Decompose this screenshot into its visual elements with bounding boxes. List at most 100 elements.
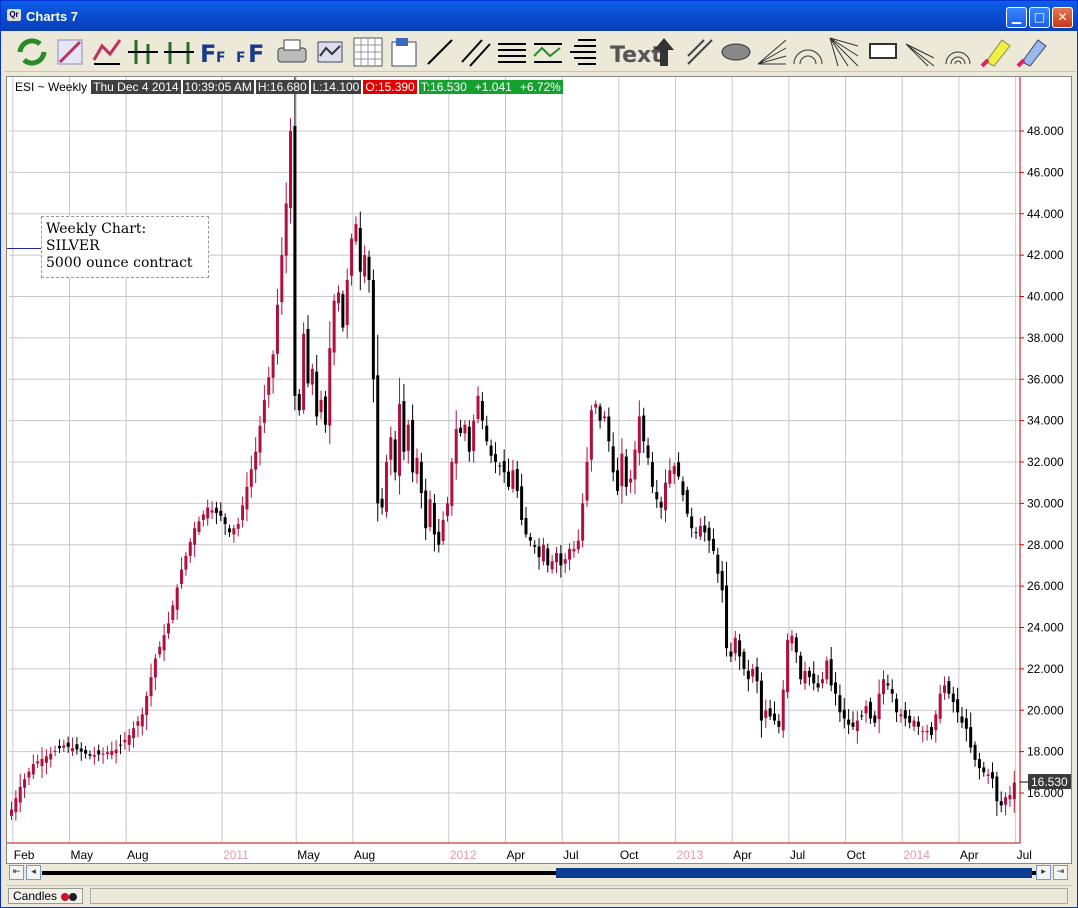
fan-icon[interactable] xyxy=(757,39,787,65)
candle-down xyxy=(707,527,711,541)
candle-down xyxy=(507,471,511,487)
app-window: Qr Charts 7 ▁ □ ✕ F F F F Text 16.000 18… xyxy=(0,0,1078,908)
candle-up xyxy=(10,809,13,816)
annotation-line-2: SILVER xyxy=(46,238,100,254)
candle-up xyxy=(18,786,22,803)
net-change: +1.041 xyxy=(474,80,512,94)
candle-up xyxy=(934,714,938,731)
candle-up xyxy=(166,623,170,634)
candle-up xyxy=(446,503,449,516)
arc-icon[interactable] xyxy=(793,49,823,65)
candle-down xyxy=(711,538,715,551)
tab-candles[interactable]: Candles xyxy=(8,888,84,904)
annotation-line-3: 5000 ounce contract xyxy=(46,255,193,271)
fibonacci-icon[interactable] xyxy=(570,39,596,65)
candle-up xyxy=(938,693,942,719)
candle-up xyxy=(188,541,192,556)
candle-down xyxy=(916,721,920,727)
candle-down xyxy=(847,719,851,725)
grid-icon[interactable] xyxy=(353,37,383,67)
candle-down xyxy=(341,294,345,328)
candle-up xyxy=(476,395,480,419)
chart-panel[interactable]: 16.000 18.000 20.000 22.000 24.000 26.000 28.0… xyxy=(6,76,1072,864)
candle-up xyxy=(302,333,306,410)
font-larger-icon[interactable]: F F xyxy=(200,40,226,68)
y-tick-label: 24.000 xyxy=(1027,621,1064,635)
eraser-icon[interactable] xyxy=(1016,39,1047,68)
candle-up xyxy=(71,748,75,752)
candle-down xyxy=(999,801,1003,806)
candle-down xyxy=(690,516,694,529)
candle-up xyxy=(258,425,262,453)
refresh-icon[interactable] xyxy=(17,38,47,66)
candle-down xyxy=(969,727,973,748)
candle-down xyxy=(419,461,423,494)
line-icon[interactable] xyxy=(427,39,453,65)
chart-annotation[interactable]: Weekly Chart: SILVER 5000 ounce contract xyxy=(41,216,209,278)
candle-up xyxy=(44,756,48,763)
text-icon[interactable]: Text xyxy=(610,43,662,68)
candle-down xyxy=(829,659,833,686)
circles-icon[interactable] xyxy=(945,51,971,65)
candle-up xyxy=(145,695,149,715)
candle-down xyxy=(598,406,602,421)
candle-up xyxy=(328,348,332,426)
maximize-button[interactable]: □ xyxy=(1029,7,1050,28)
candle-up xyxy=(912,720,916,727)
candle-up xyxy=(406,424,410,451)
close-button[interactable]: ✕ xyxy=(1052,7,1073,28)
candle-up xyxy=(201,514,205,521)
candle-down xyxy=(685,489,689,514)
candle-up xyxy=(175,587,179,610)
scroll-end-button[interactable]: ⇥ xyxy=(1053,865,1068,880)
candle-down xyxy=(947,681,951,694)
parallel-lines-icon[interactable] xyxy=(461,39,491,67)
horizontal-lines-icon[interactable] xyxy=(498,43,526,63)
font-smaller-icon[interactable]: F F xyxy=(236,40,264,68)
candle-down xyxy=(759,680,763,721)
envelope-icon[interactable] xyxy=(317,41,343,63)
minimize-button[interactable]: ▁ xyxy=(1006,7,1027,28)
scroll-start-button[interactable]: ⇤ xyxy=(9,865,24,880)
candle-down xyxy=(546,548,550,566)
candle-up xyxy=(864,706,868,714)
candle-down xyxy=(214,507,218,514)
scroll-thumb[interactable] xyxy=(556,868,1032,878)
candle-up xyxy=(110,750,114,756)
candle-up xyxy=(206,507,210,519)
zoom-in-icon[interactable] xyxy=(128,40,158,64)
candle-down xyxy=(537,546,541,558)
candle-up xyxy=(620,453,624,487)
gann-fan-icon[interactable] xyxy=(905,43,935,67)
candle-down xyxy=(459,427,463,434)
annotation-leader-line xyxy=(7,248,41,249)
candle-up xyxy=(555,553,558,563)
cross-lines-icon[interactable] xyxy=(687,39,713,65)
price-chart[interactable]: 16.00018.00020.00022.00024.00026.00028.0… xyxy=(7,77,1072,864)
speed-lines-icon[interactable] xyxy=(829,37,859,67)
magic-wand-icon[interactable] xyxy=(57,39,83,65)
rectangle-icon[interactable] xyxy=(869,43,897,59)
candle-down xyxy=(903,710,907,719)
candle-down xyxy=(681,481,685,496)
time-scrollbar[interactable]: ⇤ ◂ ▸ ⇥ xyxy=(6,864,1072,882)
candle-up xyxy=(31,764,35,775)
print-icon[interactable] xyxy=(277,39,307,63)
title-bar[interactable]: Qr Charts 7 ▁ □ ✕ xyxy=(1,1,1077,31)
candle-up xyxy=(62,745,66,748)
candle-down xyxy=(524,518,528,535)
candle-up xyxy=(899,714,903,717)
candle-up xyxy=(197,521,201,532)
scroll-right-button[interactable]: ▸ xyxy=(1036,865,1051,880)
zoom-out-icon[interactable] xyxy=(164,42,194,64)
properties-icon[interactable] xyxy=(391,38,417,67)
candle-up xyxy=(384,462,388,512)
candle-down xyxy=(746,670,750,680)
candle-up xyxy=(511,470,515,489)
scroll-left-button[interactable]: ◂ xyxy=(26,865,41,880)
y-tick-label: 32.000 xyxy=(1027,455,1064,469)
channel-icon[interactable] xyxy=(533,43,562,63)
ellipse-icon[interactable] xyxy=(721,43,751,61)
chart-type-icon[interactable] xyxy=(92,39,122,65)
highlighter-icon[interactable] xyxy=(980,39,1011,68)
